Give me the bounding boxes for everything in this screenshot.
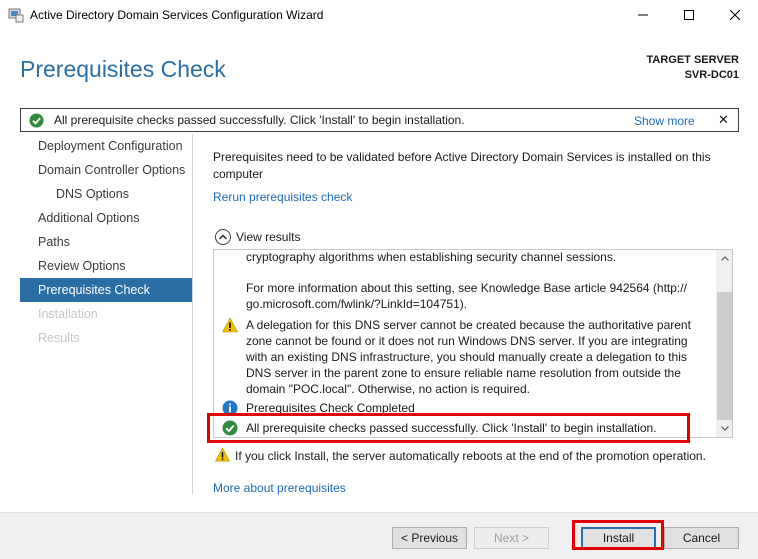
window-title: Active Directory Domain Services Configu…: [30, 8, 324, 22]
results-content: cryptography algorithms when establishin…: [214, 250, 716, 437]
wizard-header: Prerequisites Check TARGET SERVER SVR-DC…: [0, 30, 758, 102]
notification-message: All prerequisite checks passed successfu…: [54, 113, 465, 127]
close-icon: [730, 10, 740, 20]
nav-item-prerequisites-check[interactable]: Prerequisites Check: [20, 278, 192, 302]
view-results-label: View results: [236, 230, 301, 244]
nav-item-deployment-configuration[interactable]: Deployment Configuration: [20, 134, 192, 158]
next-button: Next >: [474, 527, 549, 549]
result-text: with an existing DNS infrastructure, you…: [246, 350, 687, 364]
result-text: A delegation for this DNS server cannot …: [246, 318, 691, 332]
dismiss-notification-button[interactable]: ✕: [718, 112, 729, 128]
reboot-warning-text: If you click Install, the server automat…: [235, 449, 706, 463]
nav-item-dns-options[interactable]: DNS Options: [20, 182, 192, 206]
nav-item-domain-controller-options[interactable]: Domain Controller Options: [20, 158, 192, 182]
scroll-thumb[interactable]: [717, 292, 732, 420]
nav-item-installation: Installation: [38, 307, 98, 321]
title-bar: Active Directory Domain Services Configu…: [0, 0, 758, 30]
show-more-link[interactable]: Show more: [634, 114, 695, 128]
maximize-button[interactable]: [666, 0, 712, 30]
target-server-label: TARGET SERVER: [646, 54, 740, 66]
minimize-icon: [638, 14, 648, 16]
cancel-button[interactable]: Cancel: [664, 527, 739, 549]
result-text: For more information about this setting,…: [246, 281, 687, 295]
warning-icon: [221, 317, 239, 333]
minimize-button[interactable]: [620, 0, 666, 30]
result-text: zone cannot be found or it does not run …: [246, 334, 688, 348]
wizard-nav: Deployment Configuration Domain Controll…: [20, 134, 192, 350]
success-highlight-box: [207, 413, 690, 443]
results-list[interactable]: cryptography algorithms when establishin…: [213, 249, 733, 438]
nav-item-paths[interactable]: Paths: [20, 230, 192, 254]
close-window-button[interactable]: [712, 0, 758, 30]
scroll-down-icon[interactable]: [716, 420, 732, 437]
reboot-warning: If you click Install, the server automat…: [214, 447, 706, 465]
result-text: go.microsoft.com/fwlink/?LinkId=104751).: [246, 297, 468, 311]
rerun-prerequisites-link[interactable]: Rerun prerequisites check: [213, 190, 352, 204]
install-highlight-box: [572, 520, 664, 550]
more-about-prerequisites-link[interactable]: More about prerequisites: [213, 481, 346, 495]
nav-item-review-options[interactable]: Review Options: [20, 254, 192, 278]
target-server-name: SVR-DC01: [684, 69, 739, 81]
page-title: Prerequisites Check: [20, 56, 226, 82]
intro-text: Prerequisites need to be validated befor…: [213, 150, 711, 181]
result-text: domain "POC.local". Otherwise, no action…: [246, 382, 530, 396]
nav-divider: [192, 134, 193, 494]
scroll-up-icon[interactable]: [716, 250, 732, 267]
notification-bar: All prerequisite checks passed successfu…: [20, 108, 739, 132]
server-manager-icon: [8, 7, 24, 23]
success-check-icon: [29, 113, 44, 131]
results-scrollbar[interactable]: [716, 250, 732, 437]
nav-item-additional-options[interactable]: Additional Options: [20, 206, 192, 230]
warning-icon: [214, 447, 231, 465]
result-text: DNS server in the parent zone to ensure …: [246, 366, 681, 380]
maximize-icon: [684, 10, 694, 20]
chevron-up-icon: [215, 229, 231, 245]
previous-button[interactable]: < Previous: [392, 527, 467, 549]
view-results-toggle[interactable]: View results: [215, 229, 300, 245]
result-text: cryptography algorithms when establishin…: [246, 250, 617, 264]
nav-item-results: Results: [38, 331, 80, 345]
